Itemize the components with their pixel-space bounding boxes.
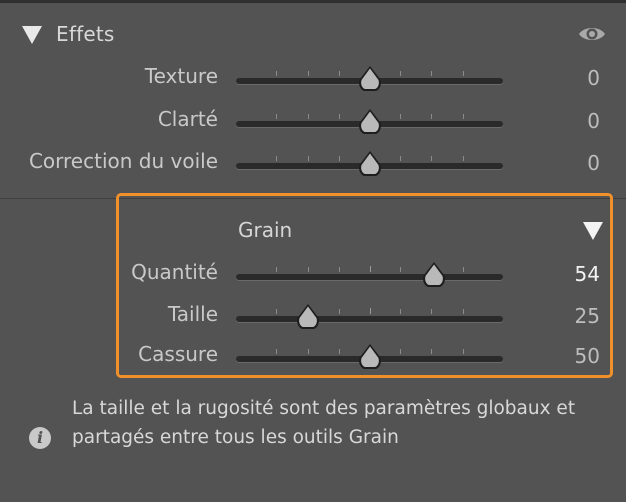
slider-thumb[interactable] [421,261,447,289]
slider-thumb[interactable] [357,108,383,136]
grain-section-title[interactable]: Grain [238,218,292,242]
slider-tick [400,349,401,354]
slider-thumb[interactable] [357,150,383,178]
slider-tick [463,71,464,76]
slider-tick [400,71,401,76]
info-icon: i [29,427,51,449]
slider-tick [431,349,432,354]
slider-tick [339,267,340,272]
slider-tick [463,267,464,272]
slider-label: Texture [144,64,218,88]
slider-value[interactable]: 0 [587,109,600,133]
slider-tick [276,156,277,161]
slider-tick [400,156,401,161]
slider-tick [339,349,340,354]
eye-icon[interactable] [578,25,606,43]
slider-tick [308,267,309,272]
slider-tick [339,71,340,76]
slider-value[interactable]: 50 [575,344,600,368]
grain-amount-slider[interactable] [236,258,503,292]
slider-value[interactable]: 0 [587,151,600,175]
slider-tick [431,156,432,161]
slider-tick [463,349,464,354]
slider-row-correction-voile: Correction du voile 0 [0,145,626,179]
slider-label: Cassure [138,342,218,366]
slider-tick [276,114,277,119]
slider-tick [370,266,371,272]
slider-tick [308,156,309,161]
slider-tick [276,309,277,314]
slider-value[interactable]: 0 [587,66,600,90]
slider-label: Quantité [131,260,218,284]
slider-tick [370,308,371,314]
slider-tick [339,114,340,119]
slider-label: Clarté [157,107,218,131]
slider-label: Taille [167,302,218,326]
slider-tick [431,309,432,314]
clarte-slider[interactable] [236,105,503,139]
triangle-down-icon[interactable] [22,26,42,44]
slider-tick [276,71,277,76]
info-message: La taille et la rugosité sont des paramè… [72,398,576,448]
slider-track[interactable] [236,274,503,280]
slider-tick [308,349,309,354]
slider-thumb[interactable] [357,65,383,93]
slider-row-quantite: Quantité 54 [0,256,626,290]
slider-tick [339,309,340,314]
slider-row-cassure: Cassure 50 [0,338,626,372]
grain-roughness-slider[interactable] [236,340,503,374]
slider-row-clarte: Clarté 0 [0,103,626,137]
slider-tick [463,114,464,119]
slider-tick [308,71,309,76]
slider-thumb[interactable] [295,303,321,331]
slider-track[interactable] [236,316,503,322]
slider-row-texture: Texture 0 [0,60,626,94]
slider-row-taille: Taille 25 [0,298,626,332]
dehaze-slider[interactable] [236,147,503,181]
slider-label: Correction du voile [28,149,218,173]
slider-tick [463,309,464,314]
slider-tick [463,156,464,161]
panel-top-border [0,0,626,3]
slider-value[interactable]: 54 [575,262,600,286]
slider-tick [400,309,401,314]
slider-tick [431,114,432,119]
grain-size-slider[interactable] [236,300,503,334]
slider-thumb[interactable] [357,343,383,371]
slider-tick [431,71,432,76]
slider-tick [276,267,277,272]
panel-title: Effets [56,22,115,46]
slider-tick [400,114,401,119]
texture-slider[interactable] [236,62,503,96]
effects-panel-header[interactable]: Effets [0,14,626,58]
slider-tick [339,156,340,161]
slider-tick [400,267,401,272]
slider-tick [276,349,277,354]
triangle-down-icon[interactable] [583,222,603,240]
slider-value[interactable]: 25 [575,304,600,328]
slider-tick [308,114,309,119]
